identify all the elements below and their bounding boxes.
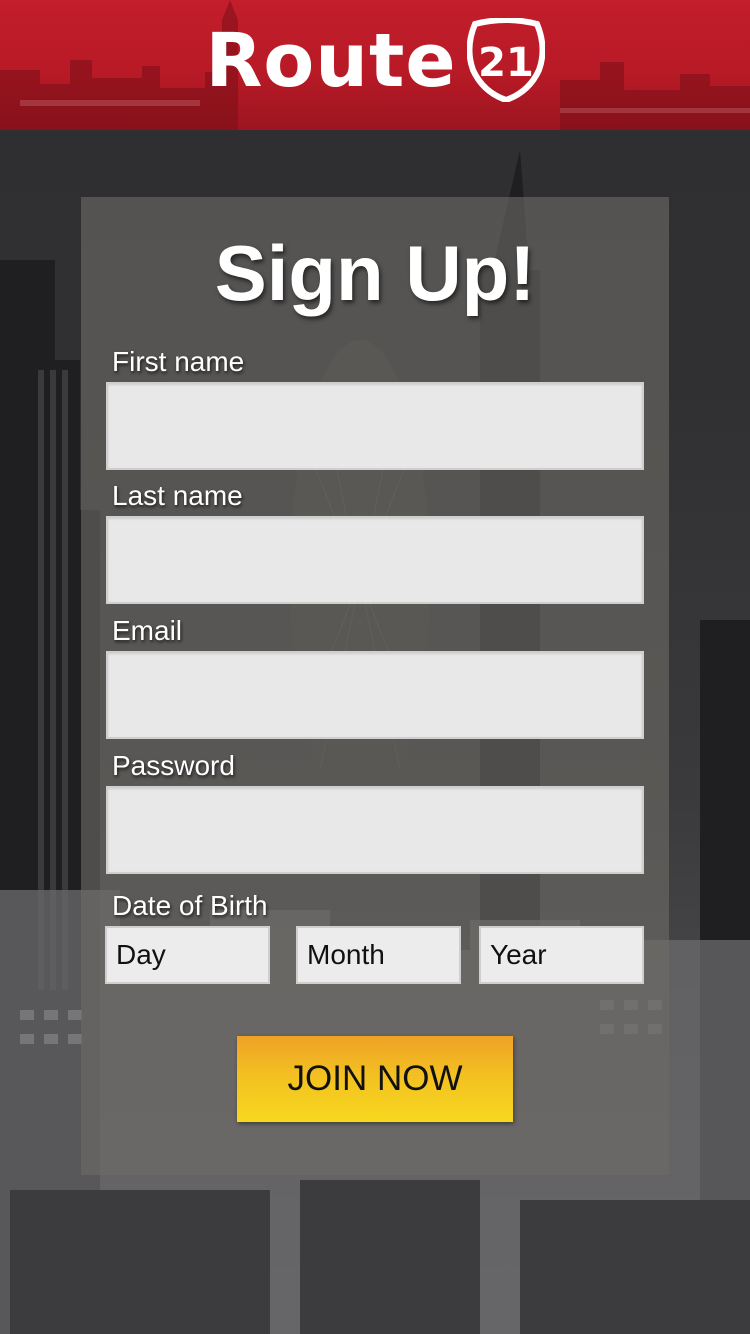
dob-day-value: Day (116, 939, 166, 970)
dob-month-select[interactable]: Month (296, 926, 461, 984)
email-label: Email (112, 615, 183, 646)
dob-day-select[interactable]: Day (105, 926, 270, 984)
password-input[interactable] (106, 786, 644, 874)
email-input[interactable] (106, 651, 644, 739)
password-label: Password (112, 750, 235, 781)
logo-text: Route (205, 18, 457, 104)
dob-year-select[interactable]: Year (479, 926, 644, 984)
dob-month-value: Month (307, 939, 385, 970)
join-now-button[interactable]: JOIN NOW (237, 1036, 513, 1122)
date-of-birth-label: Date of Birth (112, 890, 268, 921)
route21-logo: Route 21 (0, 0, 750, 130)
last-name-label: Last name (112, 480, 243, 511)
header-banner: Route 21 (0, 0, 750, 130)
route-shield-icon: 21 (466, 18, 545, 102)
last-name-input[interactable] (106, 516, 644, 604)
logo-number: 21 (478, 40, 534, 86)
first-name-label: First name (112, 346, 245, 377)
first-name-input[interactable] (106, 382, 644, 470)
page-title: Sign Up! (214, 229, 536, 317)
dob-year-value: Year (490, 939, 547, 970)
